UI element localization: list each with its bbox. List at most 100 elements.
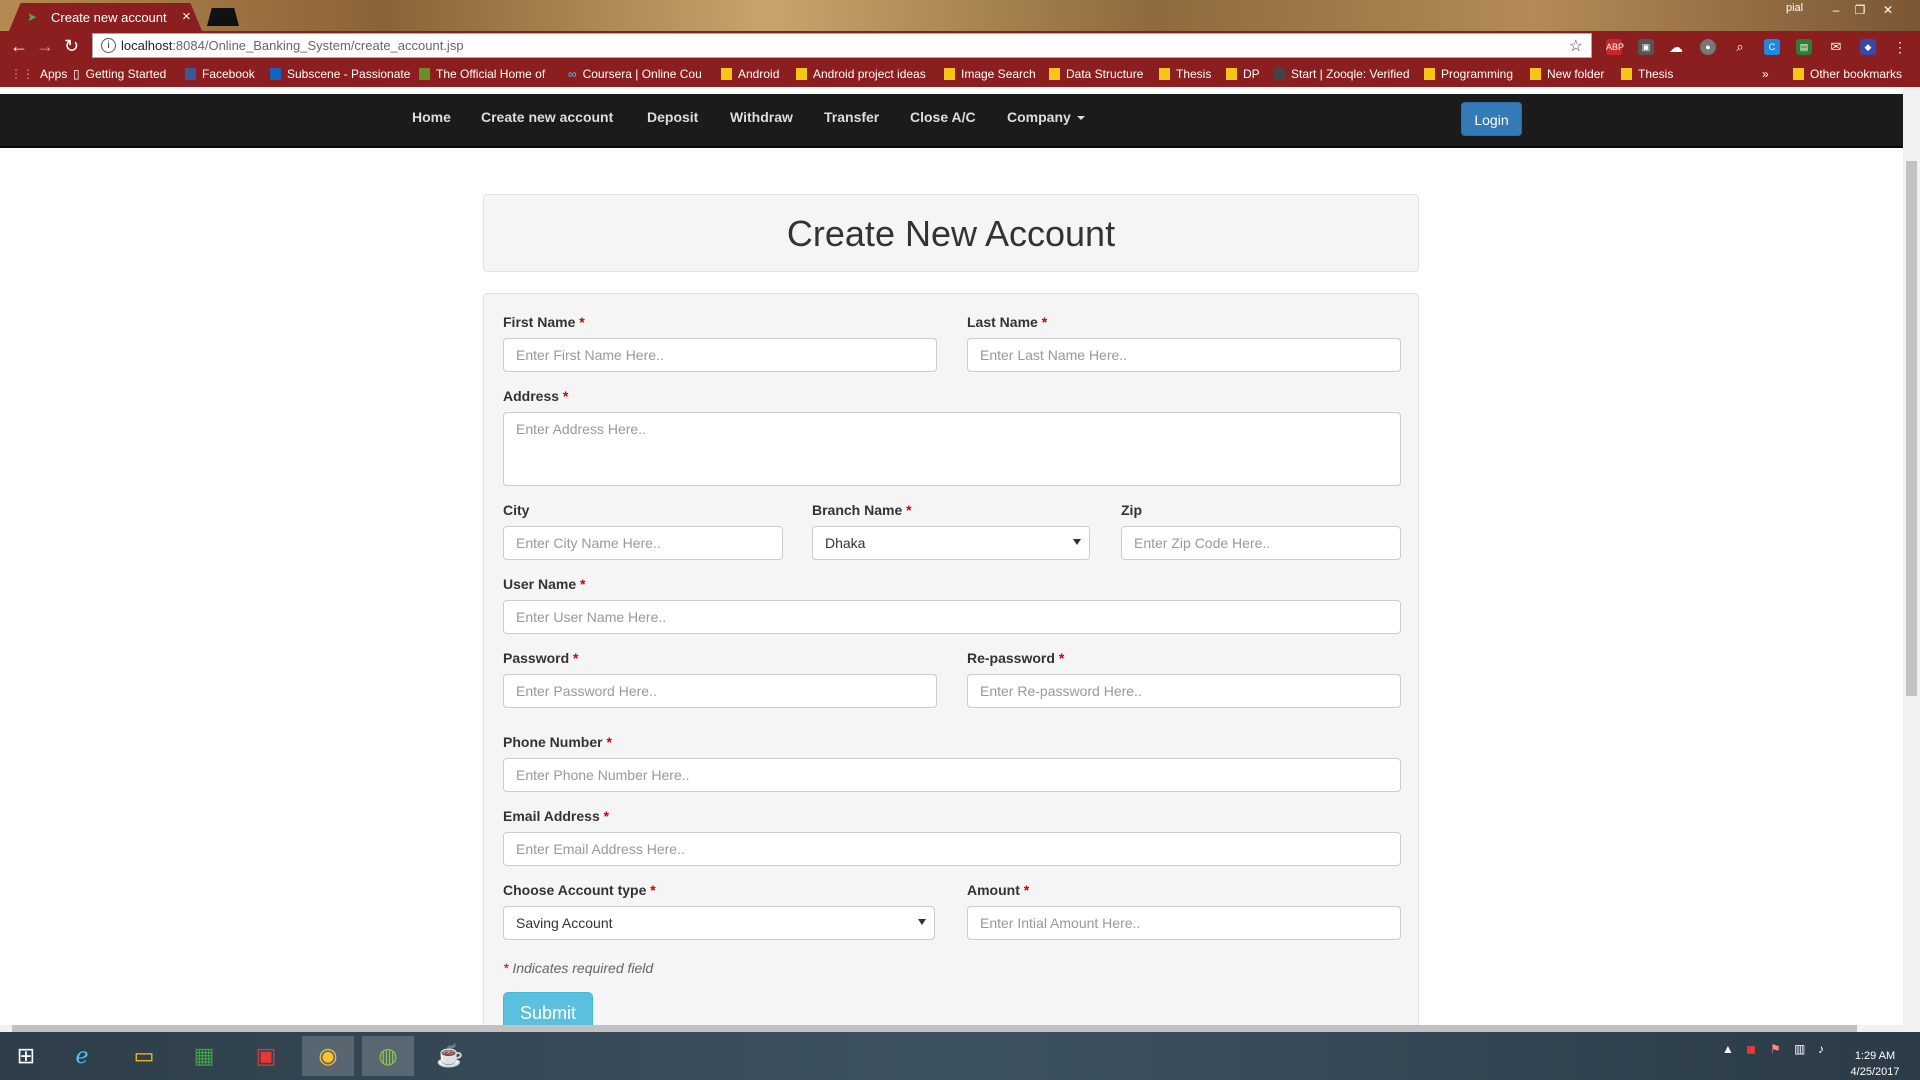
bookmark-item[interactable]: Facebook — [185, 67, 255, 81]
file-explorer-icon[interactable]: ▭ — [118, 1036, 170, 1076]
subscene-icon — [270, 68, 281, 80]
first-name-input[interactable]: Enter First Name Here.. — [503, 338, 937, 372]
extension-c-icon[interactable]: C — [1764, 39, 1780, 55]
submit-button[interactable]: Submit — [503, 992, 593, 1025]
tab-close-icon[interactable]: × — [182, 8, 191, 25]
bookmark-item[interactable]: ∞ Coursera | Online Cou — [568, 67, 702, 81]
bookmark-folder[interactable]: Android project ideas — [796, 67, 926, 81]
bookmark-folder[interactable]: Thesis — [1159, 67, 1211, 81]
branch-select[interactable]: Dhaka — [812, 526, 1090, 560]
extension-icon[interactable]: ● — [1700, 39, 1716, 55]
tray-expand-icon[interactable]: ▲ — [1722, 1042, 1734, 1056]
nav-create-account[interactable]: Create new account — [481, 109, 613, 125]
nav-deposit[interactable]: Deposit — [647, 109, 698, 125]
address-bar[interactable]: i localhost:8084/Online_Banking_System/c… — [92, 33, 1592, 58]
scroll-thumb[interactable] — [1906, 161, 1917, 696]
browser-tab-active[interactable]: ➤ Create new account × — [9, 3, 202, 31]
info-icon[interactable]: i — [101, 38, 116, 53]
tray-flag-icon[interactable]: ⚑ — [1770, 1042, 1781, 1056]
bookmark-star-icon[interactable]: ☆ — [1569, 36, 1583, 56]
new-tab-button[interactable] — [207, 8, 239, 26]
java-ee-icon[interactable]: ☕ — [424, 1036, 476, 1076]
search-icon[interactable]: ⌕ — [1732, 39, 1748, 55]
taskbar-clock[interactable]: 1:29 AM 4/25/2017 — [1840, 1048, 1910, 1080]
tray-app-icon[interactable]: ◼ — [1746, 1042, 1756, 1056]
web-page: Home Create new account Deposit Withdraw… — [0, 87, 1903, 1025]
user-name-input[interactable]: Enter User Name Here.. — [503, 600, 1401, 634]
minimize-icon[interactable]: – — [1828, 3, 1844, 17]
bookmark-folder[interactable]: Thesis — [1621, 67, 1673, 81]
nav-transfer[interactable]: Transfer — [824, 109, 879, 125]
page-header-panel: Create New Account — [483, 194, 1419, 272]
page-title: Create New Account — [786, 213, 1116, 254]
bookmark-item[interactable]: The Official Home of — [419, 67, 545, 81]
coursera-icon: ∞ — [568, 67, 577, 81]
login-button[interactable]: Login — [1461, 102, 1522, 136]
profile-name[interactable]: pial — [1786, 2, 1803, 14]
bookmark-item[interactable]: ▯ Getting Started — [73, 67, 166, 81]
close-window-icon[interactable]: ✕ — [1880, 3, 1896, 17]
bookmark-folder[interactable]: Image Search — [944, 67, 1036, 81]
dropdown-arrow-icon — [918, 919, 926, 925]
nav-home[interactable]: Home — [412, 109, 451, 125]
extension-icon[interactable]: ▤ — [1796, 39, 1812, 55]
bookmark-folder[interactable]: Data Structure — [1049, 67, 1143, 81]
address-label: Address * — [503, 388, 569, 404]
address-textarea[interactable]: Enter Address Here.. — [503, 412, 1401, 486]
dropdown-arrow-icon — [1073, 539, 1081, 545]
forward-icon[interactable]: → — [36, 36, 54, 56]
clock-time: 1:29 AM — [1854, 1050, 1896, 1062]
email-input[interactable]: Enter Email Address Here.. — [503, 832, 1401, 866]
bookmark-folder[interactable]: New folder — [1530, 67, 1604, 81]
repassword-input[interactable]: Enter Re-password Here.. — [967, 674, 1401, 708]
last-name-input[interactable]: Enter Last Name Here.. — [967, 338, 1401, 372]
start-windows-icon[interactable]: ⊞ — [0, 1036, 52, 1076]
adblock-icon[interactable]: ABP — [1606, 39, 1624, 55]
folder-icon — [1530, 68, 1541, 80]
vertical-scrollbar[interactable] — [1903, 87, 1920, 1025]
reload-icon[interactable]: ↻ — [64, 36, 79, 56]
shield-icon[interactable]: ◆ — [1860, 39, 1876, 55]
extension-icon[interactable]: ▣ — [1638, 39, 1654, 55]
nav-company-dropdown[interactable]: Company — [1007, 109, 1085, 125]
volume-icon[interactable]: ♪ — [1818, 1042, 1824, 1056]
scroll-thumb[interactable] — [12, 1025, 1857, 1032]
network-icon[interactable]: ▥ — [1794, 1042, 1805, 1056]
app-globe-icon[interactable]: ◍ — [362, 1036, 414, 1076]
app-icon[interactable]: ▣ — [240, 1036, 292, 1076]
internet-explorer-icon[interactable]: ℯ — [56, 1036, 108, 1076]
favicon-icon: ➤ — [27, 10, 38, 24]
password-label: Password * — [503, 650, 579, 666]
account-type-select[interactable]: Saving Account — [503, 906, 935, 940]
horizontal-scrollbar[interactable] — [0, 1025, 1920, 1032]
nav-close-account[interactable]: Close A/C — [910, 109, 976, 125]
bookmark-item[interactable]: Start | Zooqle: Verified — [1274, 67, 1410, 81]
folder-icon — [1049, 68, 1060, 80]
bookmark-folder-other[interactable]: Other bookmarks — [1793, 67, 1902, 81]
nav-withdraw[interactable]: Withdraw — [730, 109, 793, 125]
chrome-icon[interactable]: ◉ — [302, 1036, 354, 1076]
folder-icon — [1424, 68, 1435, 80]
restore-icon[interactable]: ❐ — [1852, 3, 1868, 17]
url-text: localhost:8084/Online_Banking_System/cre… — [121, 38, 464, 53]
bookmark-item[interactable]: ⋮⋮ Apps — [10, 67, 67, 81]
menu-icon[interactable]: ⋮ — [1892, 39, 1908, 55]
amount-input[interactable]: Enter Intial Amount Here.. — [967, 906, 1401, 940]
windows-taskbar: ⊞ ℯ ▭ ▦ ▣ ◉ ◍ ☕ ▲ ◼ ⚑ ▥ ♪ — [0, 1032, 1920, 1080]
mail-icon[interactable]: ✉ — [1828, 39, 1844, 55]
browser-title-bar: ➤ Create new account × pial – ❐ ✕ — [0, 0, 1920, 31]
bookmark-folder[interactable]: Android — [721, 67, 779, 81]
back-icon[interactable]: ← — [10, 36, 28, 56]
folder-icon — [721, 68, 732, 80]
bookmark-item[interactable]: Subscene - Passionate — [270, 67, 410, 81]
cloud-icon[interactable]: ☁ — [1668, 39, 1684, 55]
phone-input[interactable]: Enter Phone Number Here.. — [503, 758, 1401, 792]
store-icon[interactable]: ▦ — [178, 1036, 230, 1076]
password-input[interactable]: Enter Password Here.. — [503, 674, 937, 708]
bookmark-folder[interactable]: Programming — [1424, 67, 1513, 81]
bookmark-folder[interactable]: DP — [1226, 67, 1260, 81]
create-account-form: First Name * Enter First Name Here.. Las… — [483, 293, 1419, 1025]
bookmarks-overflow-icon[interactable]: » — [1762, 67, 1769, 81]
zip-input[interactable]: Enter Zip Code Here.. — [1121, 526, 1401, 560]
city-input[interactable]: Enter City Name Here.. — [503, 526, 783, 560]
